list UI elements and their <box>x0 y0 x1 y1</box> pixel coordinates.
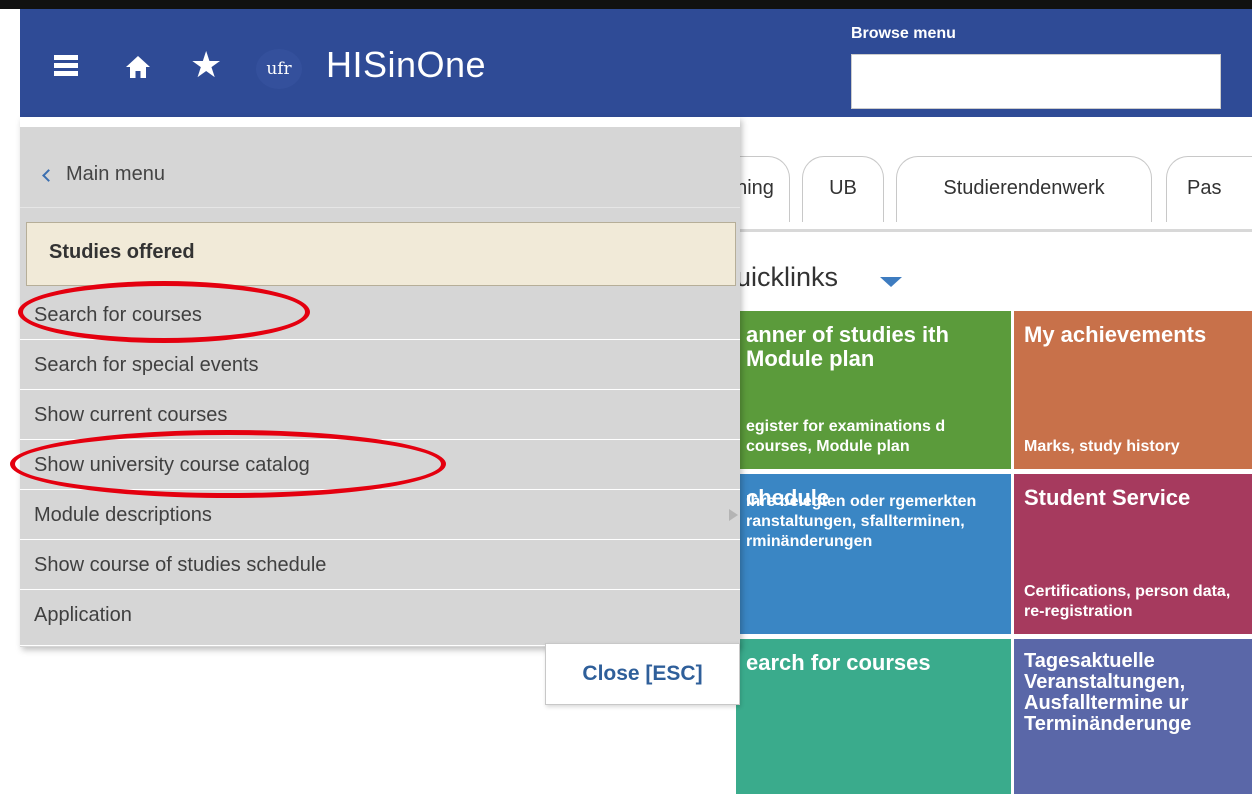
tabs-divider <box>720 229 1252 232</box>
tile-description: egister for examinations d courses, Modu… <box>746 418 946 455</box>
app-header: ★ ufr HISinOne Browse menu <box>20 9 1252 117</box>
app-title[interactable]: HISinOne <box>326 44 486 86</box>
tab-label: Pas <box>1187 177 1222 199</box>
menu-item-label: Show university course catalog <box>34 454 310 476</box>
tile-schedule[interactable]: chedule Ihre belegten oder rgemerkten ra… <box>736 474 1011 634</box>
close-button-label: Close [ESC] <box>582 662 703 685</box>
browse-menu-label: Browse menu <box>851 25 956 42</box>
tile-description: Certifications, person data, re-registra… <box>1024 583 1231 620</box>
tab-label: Studierendenwerk <box>943 177 1105 199</box>
ufr-logo-text: ufr <box>266 59 292 79</box>
section-studies-offered: Studies offered <box>26 222 736 286</box>
menu-item-show-current-courses[interactable]: Show current courses <box>20 390 740 440</box>
browse-menu-input[interactable] <box>851 54 1221 109</box>
menu-panel-top <box>20 117 740 127</box>
menu-item-module-descriptions[interactable]: Module descriptions <box>20 490 740 540</box>
chevron-down-icon[interactable] <box>880 277 902 287</box>
menu-item-label: Module descriptions <box>34 504 212 526</box>
tile-search-for-courses[interactable]: earch for courses <box>736 639 1011 794</box>
tab-pas[interactable]: Pas <box>1166 156 1252 222</box>
navigation-menu-panel: Main menu Studies offered Search for cou… <box>20 117 740 647</box>
tab-ub[interactable]: UB <box>802 156 884 222</box>
menu-item-label: Show course of studies schedule <box>34 554 327 576</box>
home-icon[interactable] <box>124 53 152 81</box>
tile-student-service[interactable]: Student Service Certifications, person d… <box>1014 474 1252 634</box>
close-menu-button[interactable]: Close [ESC] <box>545 643 740 705</box>
menu-item-application[interactable]: Application <box>20 590 740 646</box>
window-top-strip <box>0 0 1252 9</box>
menu-item-label: Show current courses <box>34 404 228 426</box>
tile-daily-events[interactable]: Tagesaktuelle Veranstaltungen, Ausfallte… <box>1014 639 1252 794</box>
menu-item-label: Search for courses <box>34 304 202 326</box>
tile-planner-of-studies[interactable]: anner of studies ith Module plan egister… <box>736 311 1011 469</box>
tile-title: anner of studies ith Module plan <box>746 322 949 371</box>
favorites-star-icon[interactable]: ★ <box>190 47 222 83</box>
quicklinks-title: uicklinks <box>736 262 839 292</box>
menu-item-course-catalog[interactable]: Show university course catalog <box>20 440 740 490</box>
hamburger-menu-icon[interactable] <box>54 55 78 79</box>
menu-item-label: Search for special events <box>34 354 259 376</box>
tile-my-achievements[interactable]: My achievements Marks, study history <box>1014 311 1252 469</box>
tile-description: Marks, study history <box>1024 438 1180 455</box>
tile-title: Tagesaktuelle Veranstaltungen, Ausfallte… <box>1024 650 1192 735</box>
portal-tabs: ning UB Studierendenwerk Pas <box>690 150 1252 232</box>
menu-item-search-courses[interactable]: Search for courses <box>20 290 740 340</box>
menu-item-studies-schedule[interactable]: Show course of studies schedule <box>20 540 740 590</box>
menu-item-label: Application <box>34 604 132 626</box>
ufr-logo[interactable]: ufr <box>256 49 302 89</box>
tab-label: UB <box>829 177 857 199</box>
tile-title: Student Service <box>1024 485 1191 510</box>
chevron-left-icon <box>42 169 55 182</box>
chevron-right-icon <box>729 509 738 521</box>
tile-title: My achievements <box>1024 322 1207 347</box>
main-menu-label: Main menu <box>66 163 165 185</box>
back-to-main-menu[interactable]: Main menu <box>20 127 740 208</box>
tile-description: Ihre belegten oder rgemerkten ranstaltun… <box>746 493 977 550</box>
menu-item-search-special-events[interactable]: Search for special events <box>20 340 740 390</box>
tab-studierendenwerk[interactable]: Studierendenwerk <box>896 156 1152 222</box>
tile-title: earch for courses <box>746 650 931 675</box>
